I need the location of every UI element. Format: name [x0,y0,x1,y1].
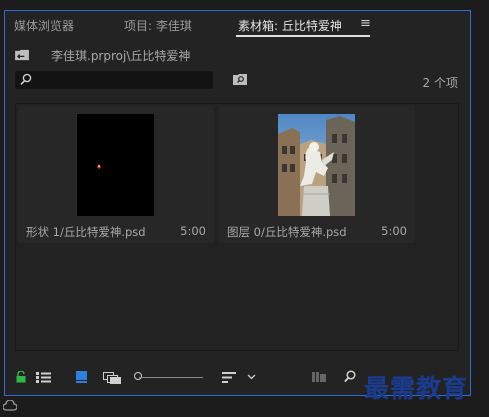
lock-icon[interactable] [16,371,26,383]
breadcrumb: 李佳琪.prproj\丘比特爱神 [13,47,453,65]
tab-project[interactable]: 项目: 李佳琪 [124,17,192,34]
sort-icon[interactable] [222,372,236,383]
breadcrumb-path: 李佳琪.prproj\丘比特爱神 [51,49,191,63]
panel-menu-icon[interactable]: ≡ [360,16,371,31]
project-panel: 媒体浏览器 项目: 李佳琪 素材箱: 丘比特爱神 ≡ 李佳琪.prproj\丘比… [4,10,471,396]
item-thumbnail [77,114,154,216]
item-thumbnail [278,114,355,216]
active-tab-indicator [236,35,370,37]
tab-bin[interactable]: 素材箱: 丘比特爱神 [238,17,342,34]
item-name: 形状 1/丘比特爱神.psd [26,225,146,239]
creative-cloud-icon [3,400,17,411]
bin-content-area: 形状 1/丘比特爱神.psd 5:00 图层 0/丘比特爱神.psd 5:00 [15,103,459,351]
watermark-logo: 最需教育 [364,374,469,403]
automate-sequence-icon[interactable] [312,372,326,382]
item-duration: 5:00 [381,224,407,238]
parent-folder-icon[interactable] [15,49,30,61]
freeform-view-icon[interactable] [103,372,121,384]
item-name: 图层 0/丘比特爱神.psd [227,225,347,239]
search-input[interactable] [15,71,213,89]
find-icon[interactable] [344,370,356,383]
icon-view-icon[interactable] [76,371,87,383]
panel-tab-bar: 媒体浏览器 项目: 李佳琪 素材箱: 丘比特爱神 ≡ [5,11,470,38]
tab-media-browser[interactable]: 媒体浏览器 [14,17,74,34]
list-view-icon[interactable] [36,372,51,383]
zoom-slider-handle[interactable] [134,372,142,380]
item-count: 2 个项 [422,76,458,90]
zoom-slider[interactable] [139,377,203,378]
media-item[interactable]: 图层 0/丘比特爱神.psd 5:00 [219,106,415,243]
media-item[interactable]: 形状 1/丘比特爱神.psd 5:00 [18,106,214,243]
search-icon [20,73,32,85]
new-search-bin-icon[interactable] [233,73,248,86]
item-duration: 5:00 [180,224,206,238]
chevron-down-icon[interactable] [247,374,256,380]
